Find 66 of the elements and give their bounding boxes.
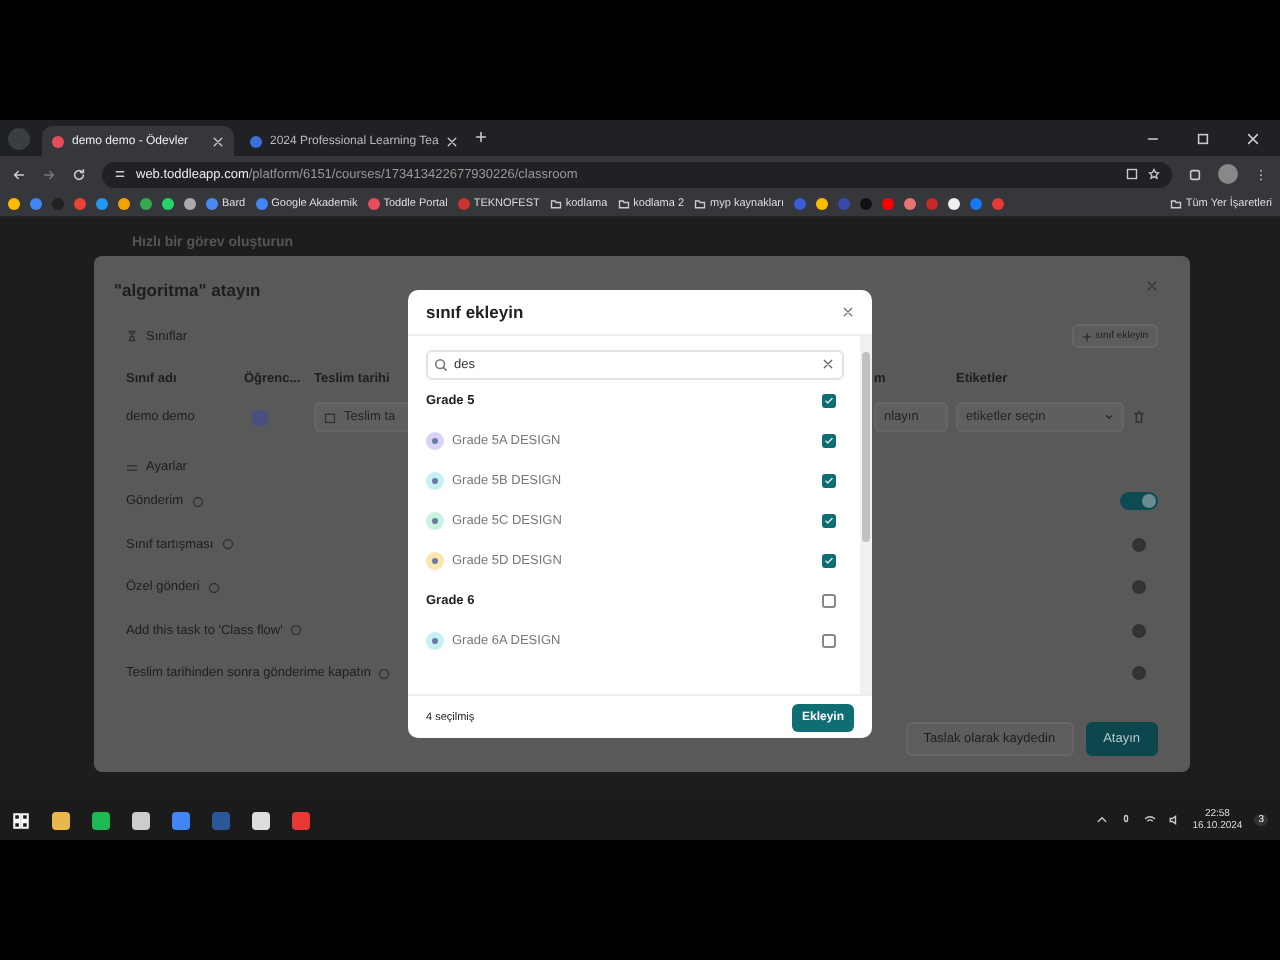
favicon-icon [52,135,64,147]
info-icon [191,495,204,507]
close-tab-icon [212,135,224,147]
folder-icon [617,198,630,210]
sliders-icon [126,461,138,473]
checkbox[interactable] [822,473,836,487]
folder-icon [694,198,707,210]
folder-icon [549,198,562,210]
translate-icon [1126,168,1138,180]
check-icon [824,395,834,405]
info-icon [378,667,391,679]
checkbox[interactable] [822,553,836,567]
checkbox[interactable] [822,593,836,607]
close-icon [842,306,854,318]
calendar-icon [324,411,336,423]
microphone-icon [1120,814,1133,826]
checkbox[interactable] [822,433,836,447]
new-tab-icon [474,130,489,144]
favicon-icon [250,135,262,147]
taskbar-app-icon[interactable] [92,811,110,829]
dialog-title: sınıf ekleyin [426,302,524,322]
close-icon [1246,132,1260,146]
check-icon [824,475,834,485]
reload-icon [72,167,86,181]
check-icon [824,435,834,445]
favicon-icon [255,198,268,210]
close-tab-icon [446,135,459,147]
plus-icon [1081,331,1092,341]
clear-icon [822,358,834,370]
dialog-title: "algoritma" atayın [114,280,261,300]
info-icon [221,538,234,550]
checkbox[interactable] [822,513,836,527]
trash-icon [1132,410,1146,424]
site-info-icon [114,168,126,180]
menu-icon [1254,167,1268,181]
favicon-icon [367,198,380,210]
info-icon [290,624,303,636]
student-icon [252,409,268,425]
check-icon [824,515,834,525]
back-icon [12,167,26,181]
favicon-icon [206,198,218,210]
toggle-switch[interactable] [1120,492,1158,510]
folder-icon [1169,198,1182,210]
check-icon [824,555,834,565]
minimize-icon [1146,132,1160,146]
windows-icon [12,811,30,829]
scrollbar[interactable] [860,336,872,694]
taskbar-app-icon[interactable] [252,811,270,829]
info-icon [207,581,220,593]
caret-icon [1104,412,1114,422]
profile-avatar[interactable] [1218,164,1238,184]
speaker-icon [1168,814,1181,826]
wifi-icon [1144,814,1157,826]
checkbox[interactable] [822,393,836,407]
search-icon [434,358,448,372]
hourglass-icon [126,330,138,342]
checkbox[interactable] [822,633,836,647]
favicon-icon [457,198,470,210]
forward-icon [42,167,56,181]
chevron-up-icon [1096,814,1109,826]
taskbar-app-icon[interactable] [132,811,150,829]
maximize-icon [1196,132,1210,146]
taskbar-app-icon[interactable] [52,811,70,829]
star-icon [1148,168,1160,180]
extensions-icon [1188,167,1202,181]
close-icon [1146,280,1158,292]
